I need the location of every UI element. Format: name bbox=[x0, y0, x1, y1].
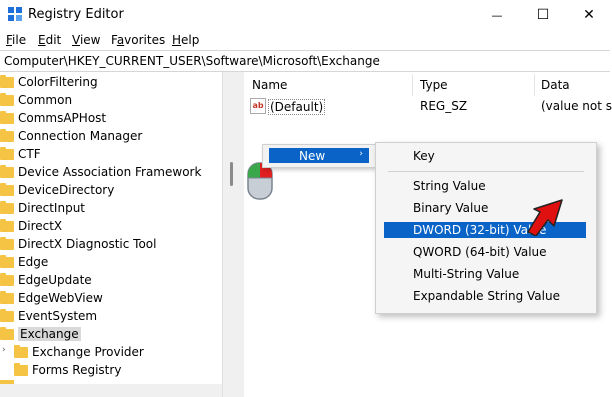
folder-icon bbox=[0, 92, 14, 106]
folder-icon bbox=[0, 272, 14, 286]
folder-icon bbox=[0, 254, 14, 268]
submenu-multi-string-value[interactable]: Multi-String Value bbox=[384, 266, 586, 282]
menu-favorites[interactable]: Favorites bbox=[111, 33, 165, 47]
pane-splitter[interactable] bbox=[222, 72, 245, 397]
tree-item-connection-manager[interactable]: Connection Manager bbox=[0, 127, 142, 145]
tree-item-edge[interactable]: Edge bbox=[0, 253, 48, 271]
minimize-button[interactable]: — bbox=[474, 0, 520, 30]
submenu-qword-value[interactable]: QWORD (64-bit) Value bbox=[384, 244, 586, 260]
column-header-data[interactable]: Data bbox=[541, 78, 570, 92]
tree-item-exchange[interactable]: Exchange bbox=[0, 325, 81, 343]
column-divider[interactable] bbox=[412, 74, 413, 96]
folder-icon bbox=[0, 74, 14, 88]
column-header-name[interactable]: Name bbox=[252, 78, 287, 92]
tree-item-edgeupdate[interactable]: EdgeUpdate bbox=[0, 271, 92, 289]
tree-item-common[interactable]: Common bbox=[0, 91, 72, 109]
minimize-icon: — bbox=[491, 8, 503, 22]
tree-item-device-association-framework[interactable]: Device Association Framework bbox=[0, 163, 201, 181]
value-name: (Default) bbox=[268, 99, 326, 115]
folder-icon bbox=[14, 362, 28, 376]
tree-item-directx[interactable]: DirectX bbox=[0, 217, 62, 235]
maximize-button[interactable]: ☐ bbox=[520, 0, 566, 30]
column-divider[interactable] bbox=[534, 74, 535, 96]
expand-chevron-icon[interactable]: › bbox=[2, 345, 6, 355]
address-bar[interactable]: Computer\HKEY_CURRENT_USER\Software\Micr… bbox=[0, 50, 610, 72]
menu-file[interactable]: File bbox=[6, 33, 26, 47]
value-row[interactable]: ab (Default) REG_SZ (value not set) bbox=[250, 97, 612, 115]
submenu-key[interactable]: Key bbox=[384, 148, 586, 164]
folder-icon bbox=[0, 164, 14, 178]
folder-icon bbox=[0, 326, 14, 340]
context-menu-new[interactable]: New › bbox=[269, 148, 369, 163]
tree-item-directx-diagnostic-tool[interactable]: DirectX Diagnostic Tool bbox=[0, 235, 156, 253]
folder-icon bbox=[0, 200, 14, 214]
tree-item-devicedirectory[interactable]: DeviceDirectory bbox=[0, 181, 114, 199]
menu-bar: File Edit View Favorites Help bbox=[0, 30, 612, 50]
tree-item-commsaphost[interactable]: CommsAPHost bbox=[0, 109, 106, 127]
registry-editor-icon bbox=[8, 7, 22, 21]
tree-item-eventsystem[interactable]: EventSystem bbox=[0, 307, 97, 325]
folder-icon bbox=[0, 236, 14, 250]
value-data: (value not set) bbox=[541, 99, 612, 113]
menu-separator bbox=[388, 171, 584, 172]
tree-item-colorfiltering[interactable]: ColorFiltering bbox=[0, 73, 98, 91]
tree-scrollbar-thumb[interactable] bbox=[230, 162, 233, 186]
registry-tree: ColorFiltering Common CommsAPHost Connec… bbox=[0, 72, 222, 384]
tree-item-ctf[interactable]: CTF bbox=[0, 145, 41, 163]
folder-icon bbox=[0, 182, 14, 196]
window-title: Registry Editor bbox=[28, 7, 124, 22]
folder-icon bbox=[0, 218, 14, 232]
address-path: Computer\HKEY_CURRENT_USER\Software\Micr… bbox=[4, 54, 380, 68]
column-header-type[interactable]: Type bbox=[420, 78, 448, 92]
folder-icon bbox=[14, 344, 28, 358]
close-button[interactable]: ✕ bbox=[566, 0, 612, 30]
menu-help[interactable]: Help bbox=[172, 33, 199, 47]
chevron-right-icon: › bbox=[359, 149, 363, 159]
maximize-icon: ☐ bbox=[536, 7, 550, 23]
submenu-expandable-string-value[interactable]: Expandable String Value bbox=[384, 288, 586, 304]
title-bar: Registry Editor — ☐ ✕ bbox=[0, 0, 612, 30]
folder-icon bbox=[0, 308, 14, 322]
tree-item-edgewebview[interactable]: EdgeWebView bbox=[0, 289, 103, 307]
folder-icon bbox=[0, 128, 14, 142]
tree-horizontal-scrollbar[interactable] bbox=[0, 384, 222, 397]
value-type: REG_SZ bbox=[420, 99, 468, 113]
context-menu: New › bbox=[262, 144, 376, 168]
close-icon: ✕ bbox=[583, 7, 595, 23]
tree-item-directinput[interactable]: DirectInput bbox=[0, 199, 85, 217]
tree-item-exchange-provider[interactable]: Exchange Provider bbox=[14, 343, 144, 361]
tree-item-forms-registry[interactable]: Forms Registry bbox=[14, 361, 121, 379]
string-value-icon: ab bbox=[250, 98, 266, 114]
folder-icon bbox=[0, 110, 14, 124]
red-arrow-annotation bbox=[527, 199, 563, 236]
submenu-string-value[interactable]: String Value bbox=[384, 178, 586, 194]
menu-edit[interactable]: Edit bbox=[38, 33, 61, 47]
folder-icon bbox=[0, 146, 14, 160]
menu-view[interactable]: View bbox=[72, 33, 100, 47]
folder-icon bbox=[0, 290, 14, 304]
